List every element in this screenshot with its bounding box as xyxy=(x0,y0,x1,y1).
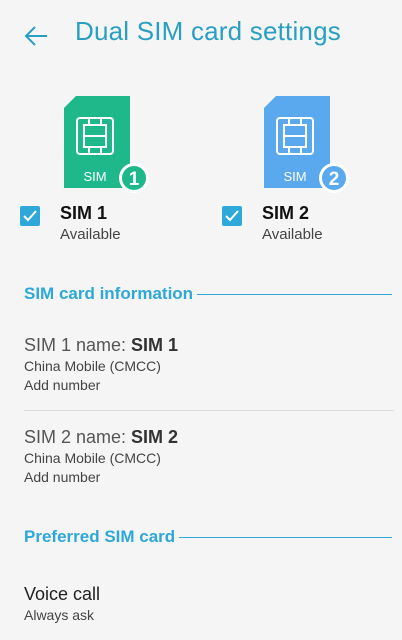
checkmark-icon xyxy=(23,210,37,222)
app-bar: Dual SIM card settings xyxy=(0,0,402,72)
sim2-name-title: SIM 2 name: SIM 2 xyxy=(24,427,179,447)
voice-call-title: Voice call xyxy=(24,584,101,604)
sim1-info-item[interactable]: SIM 1 name: SIM 1 China Mobile (CMCC) Ad… xyxy=(24,333,394,395)
voice-call-value: Always ask xyxy=(24,607,95,623)
sim2-checkbox[interactable] xyxy=(222,206,242,226)
sim1-label: SIM 1 xyxy=(60,203,108,223)
section-divider xyxy=(197,293,392,295)
sim2-carrier: China Mobile (CMCC) xyxy=(24,450,161,466)
back-button[interactable] xyxy=(18,18,54,54)
section-title: Preferred SIM card xyxy=(24,527,176,546)
sim2-toggle-row[interactable]: SIM 2 Available xyxy=(222,200,323,244)
sim1-add-number: Add number xyxy=(24,377,101,393)
sim-info-section-header: SIM card information xyxy=(24,284,392,304)
sim1-status: Available xyxy=(60,226,121,243)
sim2-status: Available xyxy=(262,226,323,243)
arrow-left-icon xyxy=(24,26,47,46)
sim2-add-number: Add number xyxy=(24,469,101,485)
sim2-label: SIM 2 xyxy=(262,203,310,223)
sim1-badge: 1 xyxy=(129,169,140,190)
preferred-section-header: Preferred SIM card xyxy=(24,527,392,547)
section-title: SIM card information xyxy=(24,284,194,303)
checkmark-icon xyxy=(225,210,239,222)
sim1-card-graphic: SIM 1 xyxy=(62,96,152,196)
section-divider xyxy=(179,536,392,538)
sim2-badge: 2 xyxy=(329,169,340,190)
sim1-name-title: SIM 1 name: SIM 1 xyxy=(24,335,179,355)
sim2-card-graphic: SIM 2 xyxy=(262,96,352,196)
sim1-checkbox[interactable] xyxy=(20,206,40,226)
list-divider xyxy=(24,410,394,411)
sim1-toggle-row[interactable]: SIM 1 Available xyxy=(20,200,121,244)
sim1-carrier: China Mobile (CMCC) xyxy=(24,358,161,374)
voice-call-item[interactable]: Voice call Always ask xyxy=(24,582,394,625)
sim2-card-text: SIM xyxy=(283,169,306,184)
sim2-info-item[interactable]: SIM 2 name: SIM 2 China Mobile (CMCC) Ad… xyxy=(24,425,394,487)
page-title: Dual SIM card settings xyxy=(75,16,341,46)
sim1-card-text: SIM xyxy=(83,169,106,184)
